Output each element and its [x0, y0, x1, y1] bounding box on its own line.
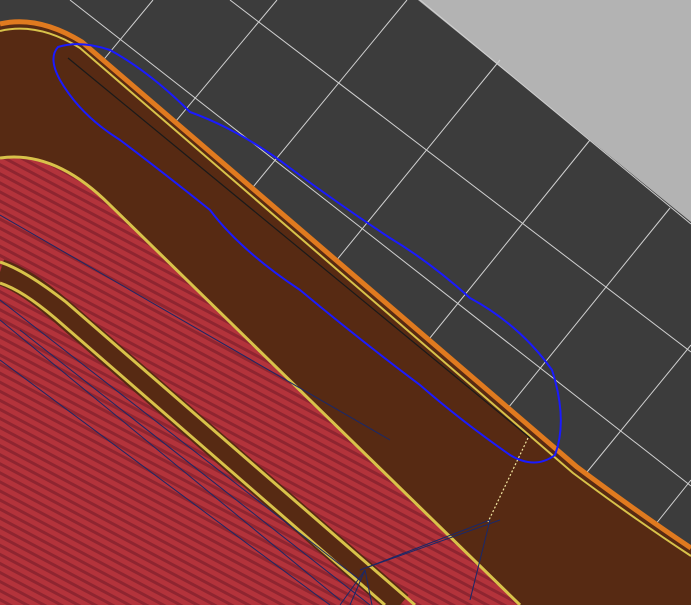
layer-preview-canvas[interactable]	[0, 0, 691, 605]
gcode-preview-viewport[interactable]	[0, 0, 691, 605]
